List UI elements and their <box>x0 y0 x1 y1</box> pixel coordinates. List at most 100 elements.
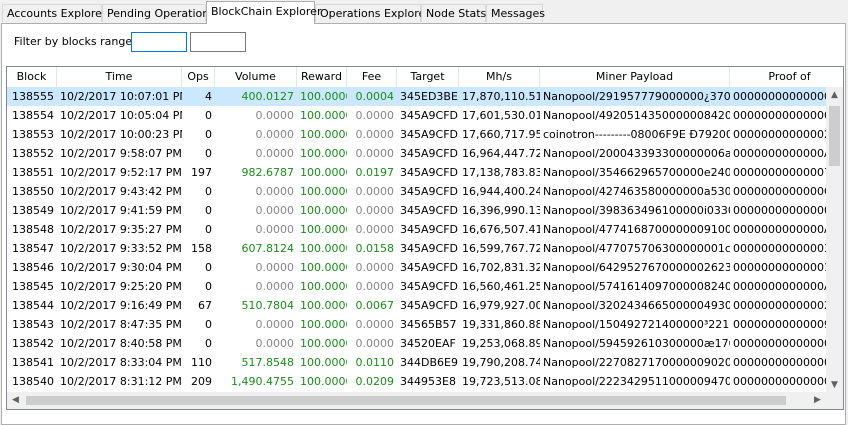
table-row[interactable]: 138549 10/2/2017 9:41:59 PM 0 0.0000 100.000… <box>7 201 843 220</box>
col-fee-cell: 0.0000 <box>355 337 395 350</box>
left-arrow-icon[interactable]: ◀ <box>7 392 24 409</box>
header-col-time[interactable]: Time <box>57 67 182 87</box>
table-row[interactable]: 138553 10/2/2017 10:00:23 PM 0 0.0000 100.00… <box>7 125 843 144</box>
col-mhs-cell: 16,979,927.00 <box>462 299 540 312</box>
table-row[interactable]: 138546 10/2/2017 9:30:04 PM 0 0.0000 100.000… <box>7 258 843 277</box>
col-block-cell: 138545 <box>12 280 54 293</box>
table-row[interactable]: 138550 10/2/2017 9:43:42 PM 0 0.0000 100.000… <box>7 182 843 201</box>
tab-messages[interactable]: Messages <box>486 4 545 22</box>
header-col-block[interactable]: Block <box>7 67 57 87</box>
header-col-reward[interactable]: Reward <box>297 67 347 87</box>
right-arrow-icon[interactable]: ▶ <box>809 392 826 409</box>
header-col-miner-payload[interactable]: Miner Payload <box>540 67 730 87</box>
col-target-cell: 345A9CFD <box>400 204 458 217</box>
col-ops-cell: 0 <box>205 128 212 141</box>
col-block-cell: 138543 <box>12 318 54 331</box>
col-fee-cell: 0.0000 <box>355 223 395 236</box>
col-reward-cell: 100.0000 <box>300 128 347 141</box>
col-reward-cell: 100.0000 <box>300 356 347 369</box>
header-col-proof-of-work[interactable]: Proof of <box>730 67 843 87</box>
header-col-volume[interactable]: Volume <box>215 67 297 87</box>
col-miner-payload-cell: Nanopool/320243466500000493000 <box>543 299 730 312</box>
col-mhs-cell: 16,396,990.13 <box>462 204 540 217</box>
header-col-ops[interactable]: Ops <box>182 67 215 87</box>
blockchain-explorer-panel: Filter by blocks range Block Time Ops Volum… <box>1 23 846 425</box>
col-time-cell: 10/2/2017 8:47:35 PM <box>60 318 182 331</box>
col-fee-cell: 0.0004 <box>355 90 395 103</box>
col-target-cell: 345A9CFD <box>400 166 458 179</box>
col-time-cell: 10/2/2017 9:41:59 PM <box>60 204 182 217</box>
col-mhs-cell: 17,138,783.83 <box>462 166 540 179</box>
table-row[interactable]: 138545 10/2/2017 9:25:20 PM 0 0.0000 100.000… <box>7 277 843 296</box>
table-row[interactable]: 138541 10/2/2017 8:33:04 PM 110 517.8548 100… <box>7 353 843 372</box>
col-ops-cell: 197 <box>191 166 212 179</box>
table-row[interactable]: 138554 10/2/2017 10:05:04 PM 0 0.0000 100.00… <box>7 106 843 125</box>
col-volume-cell: 0.0000 <box>255 280 295 293</box>
col-block-cell: 138553 <box>12 128 54 141</box>
col-time-cell: 10/2/2017 8:31:12 PM <box>60 375 182 388</box>
col-volume-cell: 0.0000 <box>255 223 295 236</box>
tab-operations-explorer[interactable]: Operations Explorer <box>315 4 430 22</box>
col-miner-payload-cell: Nanopool/200043393300000006a4000 <box>543 147 730 160</box>
block-range-to-input[interactable] <box>190 32 246 52</box>
col-ops-cell: 0 <box>205 337 212 350</box>
col-time-cell: 10/2/2017 9:35:27 PM <box>60 223 182 236</box>
table-row[interactable]: 138555 10/2/2017 10:07:01 PM 4 400.0127 100.… <box>7 87 843 106</box>
col-mhs-cell: 16,702,831.32 <box>462 261 540 274</box>
col-mhs-cell: 19,253,068.89 <box>462 337 540 350</box>
col-mhs-cell: 19,331,860.88 <box>462 318 540 331</box>
col-fee-cell: 0.0000 <box>355 128 395 141</box>
col-miner-payload-cell: Nanopool/492051435000000842000 <box>543 109 730 122</box>
col-target-cell: 345A9CFD <box>400 185 458 198</box>
col-reward-cell: 100.0000 <box>300 280 347 293</box>
col-volume-cell: 982.6787 <box>241 166 295 179</box>
col-volume-cell: 510.7804 <box>241 299 295 312</box>
vertical-scrollbar[interactable]: ▲ ▼ <box>826 87 843 394</box>
table-row[interactable]: 138544 10/2/2017 9:16:49 PM 67 510.7804 100.… <box>7 296 843 315</box>
vertical-scroll-thumb[interactable] <box>829 106 840 166</box>
col-fee-cell: 0.0000 <box>355 109 395 122</box>
table-row[interactable]: 138542 10/2/2017 8:40:58 PM 0 0.0000 100.000… <box>7 334 843 353</box>
col-volume-cell: 0.0000 <box>255 204 295 217</box>
col-mhs-cell: 19,723,513.08 <box>462 375 540 388</box>
tab-blockchain-explorer[interactable]: BlockChain Explorer <box>206 1 321 24</box>
col-time-cell: 10/2/2017 10:05:04 PM <box>60 109 182 122</box>
horizontal-scroll-thumb[interactable] <box>26 396 786 405</box>
col-reward-cell: 100.0000 <box>300 261 347 274</box>
up-arrow-icon[interactable]: ▲ <box>826 87 843 104</box>
col-reward-cell: 100.0000 <box>300 185 347 198</box>
header-col-target[interactable]: Target <box>397 67 459 87</box>
col-block-cell: 138550 <box>12 185 54 198</box>
col-target-cell: 345A9CFD <box>400 242 458 255</box>
table-row[interactable]: 138548 10/2/2017 9:35:27 PM 0 0.0000 100.000… <box>7 220 843 239</box>
table-row[interactable]: 138547 10/2/2017 9:33:52 PM 158 607.8124 100… <box>7 239 843 258</box>
col-miner-payload-cell: Nanopool/354662965700000e24000 <box>543 166 730 179</box>
col-reward-cell: 100.0000 <box>300 109 347 122</box>
table-row[interactable]: 138552 10/2/2017 9:58:07 PM 0 0.0000 100.000… <box>7 144 843 163</box>
col-mhs-cell: 16,944,400.24 <box>462 185 540 198</box>
tab-node-stats[interactable]: Node Stats <box>421 4 486 22</box>
col-block-cell: 138549 <box>12 204 54 217</box>
col-ops-cell: 0 <box>205 204 212 217</box>
table-row[interactable]: 138543 10/2/2017 8:47:35 PM 0 0.0000 100.000… <box>7 315 843 334</box>
col-block-cell: 138541 <box>12 356 54 369</box>
col-block-cell: 138552 <box>12 147 54 160</box>
col-target-cell: 34520EAF <box>400 337 456 350</box>
table-row[interactable]: 138540 10/2/2017 8:31:12 PM 209 1,490.4755 1… <box>7 372 843 391</box>
tab-pending-operations[interactable]: Pending Operations <box>102 4 215 22</box>
header-col-mhs[interactable]: Mh/s <box>459 67 540 87</box>
col-block-cell: 138547 <box>12 242 54 255</box>
col-block-cell: 138540 <box>12 375 54 388</box>
col-miner-payload-cell: Nanopool/291957779000000¿37000 <box>543 90 730 103</box>
horizontal-scrollbar[interactable]: ◀ ▶ <box>7 392 843 409</box>
col-time-cell: 10/2/2017 8:33:04 PM <box>60 356 182 369</box>
col-mhs-cell: 16,676,507.41 <box>462 223 540 236</box>
tab-accounts-explorer[interactable]: Accounts Explorer <box>2 4 106 22</box>
table-row[interactable]: 138551 10/2/2017 9:52:17 PM 197 982.6787 100… <box>7 163 843 182</box>
col-fee-cell: 0.0000 <box>355 204 395 217</box>
block-range-from-input[interactable] <box>131 32 187 52</box>
header-col-fee[interactable]: Fee <box>347 67 397 87</box>
col-time-cell: 10/2/2017 10:07:01 PM <box>60 90 182 103</box>
col-volume-cell: 0.0000 <box>255 318 295 331</box>
col-ops-cell: 0 <box>205 280 212 293</box>
